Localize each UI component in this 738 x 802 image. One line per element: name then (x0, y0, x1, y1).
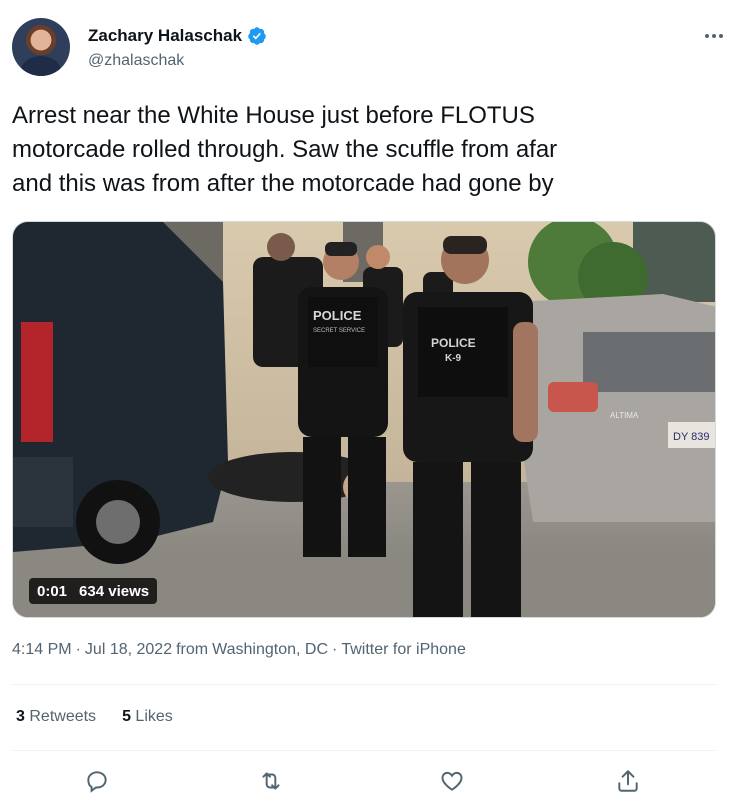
car-model-label: ALTIMA (610, 411, 639, 420)
tweet-location[interactable]: Washington, DC (212, 641, 328, 659)
retweets-count: 3 (16, 708, 25, 725)
author-avatar[interactable] (12, 18, 70, 76)
more-options-icon[interactable] (702, 30, 726, 42)
meta-separator: · (75, 641, 81, 658)
likes-label: Likes (135, 708, 173, 725)
video-duration: 0:01 (37, 582, 68, 600)
vest-sublabel-secret-service: SECRET SERVICE (313, 328, 365, 334)
likes-stat[interactable]: 5 Likes (122, 708, 173, 726)
tweet-date[interactable]: Jul 18, 2022 (85, 641, 172, 659)
likes-count: 5 (122, 708, 131, 725)
author-name[interactable]: Zachary Halaschak (88, 26, 242, 46)
tweet-stats: 3 Retweets 5 Likes (16, 708, 173, 726)
divider-top (12, 684, 716, 685)
vest-label-k9: POLICE (431, 336, 476, 350)
vest-label-secret-service: POLICE (313, 308, 362, 323)
reply-icon[interactable] (84, 768, 110, 794)
vest-sublabel-k9: K-9 (445, 353, 462, 364)
retweet-icon[interactable] (258, 768, 284, 794)
tweet-actions (12, 764, 716, 798)
share-icon[interactable] (615, 768, 641, 794)
like-icon[interactable] (439, 768, 465, 794)
tweet-source[interactable]: Twitter for iPhone (341, 641, 466, 659)
divider-bottom (12, 750, 716, 751)
tweet-header: Zachary Halaschak @zhalaschak (12, 18, 726, 82)
verified-badge-icon (248, 27, 266, 45)
video-player[interactable]: DY 839 ALTIMA POLICE SECRET SERVICE POLI… (12, 221, 716, 618)
author-handle[interactable]: @zhalaschak (88, 52, 184, 70)
license-plate-label: DY 839 (673, 431, 710, 443)
tweet-metadata: 4:14 PM · Jul 18, 2022 from Washington, … (12, 641, 466, 659)
tweet-time[interactable]: 4:14 PM (12, 641, 72, 659)
video-info-badge: 0:01 634 views (29, 578, 158, 604)
author-name-row: Zachary Halaschak (88, 26, 267, 46)
retweets-stat[interactable]: 3 Retweets (16, 708, 96, 726)
video-thumbnail: DY 839 ALTIMA POLICE SECRET SERVICE POLI… (13, 222, 715, 617)
meta-separator-2: · (332, 641, 338, 658)
video-views: 634 views (79, 582, 150, 600)
tweet-text: Arrest near the White House just before … (12, 102, 558, 197)
meta-from-label: from (176, 641, 209, 658)
retweets-label: Retweets (29, 708, 97, 725)
